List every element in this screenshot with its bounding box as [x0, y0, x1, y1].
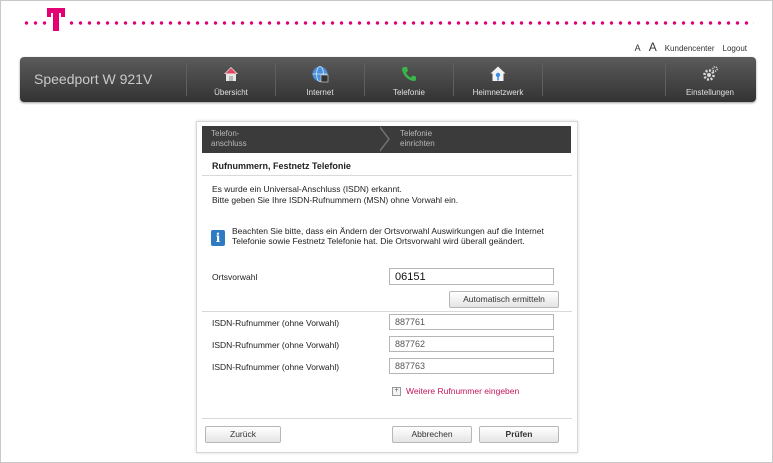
isdn-input-1[interactable]	[389, 314, 554, 330]
auto-detect-button[interactable]: Automatisch ermitteln	[449, 291, 559, 308]
isdn-label-2: ISDN-Rufnummer (ohne Vorwahl)	[212, 340, 340, 350]
home-icon	[224, 67, 238, 81]
device-name: Speedport W 921V	[34, 71, 153, 87]
nav-item-telefonie[interactable]: Telefonie	[365, 57, 453, 102]
globe-icon	[312, 66, 329, 83]
info-text: Beachten Sie bitte, dass ein Ändern der …	[232, 226, 544, 246]
isdn-input-3[interactable]	[389, 358, 554, 374]
field-divider	[202, 311, 572, 312]
nav-item-internet[interactable]: Internet	[276, 57, 364, 102]
nav-item-einstellungen[interactable]: Einstellungen	[666, 57, 754, 102]
isdn-label-1: ISDN-Rufnummer (ohne Vorwahl)	[212, 318, 340, 328]
gear-icon	[703, 66, 718, 81]
wizard-panel: Telefon- anschluss Telefonie einrichten …	[196, 121, 578, 453]
title-divider	[202, 175, 572, 176]
font-larger-link[interactable]: A	[649, 40, 657, 54]
isdn-label-3: ISDN-Rufnummer (ohne Vorwahl)	[212, 362, 340, 372]
nav-label-einstellungen: Einstellungen	[685, 88, 735, 97]
brand-dots	[22, 21, 754, 25]
font-smaller-link[interactable]: A	[635, 43, 641, 53]
back-button[interactable]: Zurück	[205, 426, 281, 443]
ortsvorwahl-input[interactable]	[389, 268, 554, 285]
nav-item-uebersicht[interactable]: Übersicht	[187, 57, 275, 102]
brand-dotline	[22, 16, 754, 26]
isdn-input-2[interactable]	[389, 336, 554, 352]
check-button[interactable]: Prüfen	[479, 426, 559, 443]
house-network-icon	[490, 66, 506, 81]
isdn-instruction-text: Bitte geben Sie Ihre ISDN-Rufnummern (MS…	[212, 195, 459, 205]
nav-label-telefonie: Telefonie	[392, 88, 426, 97]
logout-link[interactable]: Logout	[723, 44, 747, 53]
nav-label-heimnetzwerk: Heimnetzwerk	[472, 88, 524, 97]
ortsvorwahl-label: Ortsvorwahl	[212, 272, 258, 282]
telekom-logo	[47, 8, 65, 32]
plus-icon: +	[392, 386, 401, 396]
wizard-steps: Telefon- anschluss Telefonie einrichten	[202, 126, 571, 153]
nav-label-internet: Internet	[306, 88, 334, 97]
nav-label-uebersicht: Übersicht	[214, 88, 248, 97]
cancel-button[interactable]: Abbrechen	[392, 426, 472, 443]
step-telefonanschluss: Telefon- anschluss	[211, 129, 247, 148]
nav-item-heimnetzwerk[interactable]: Heimnetzwerk	[454, 57, 542, 102]
section-title: Rufnummern, Festnetz Telefonie	[212, 161, 351, 171]
isdn-detected-text: Es wurde ein Universal-Anschluss (ISDN) …	[212, 184, 402, 194]
add-number-link[interactable]: + Weitere Rufnummer eingeben	[392, 386, 519, 396]
step-telefonie-einrichten: Telefonie einrichten	[400, 129, 435, 148]
top-links: A A Kundencenter Logout	[635, 40, 747, 54]
info-icon: i	[211, 230, 225, 246]
kundencenter-link[interactable]: Kundencenter	[665, 44, 715, 53]
phone-icon	[402, 67, 416, 81]
add-number-label: Weitere Rufnummer eingeben	[406, 386, 520, 396]
footer-divider	[202, 418, 572, 419]
main-nav: Speedport W 921V Übersicht Internet Tele…	[20, 57, 756, 102]
